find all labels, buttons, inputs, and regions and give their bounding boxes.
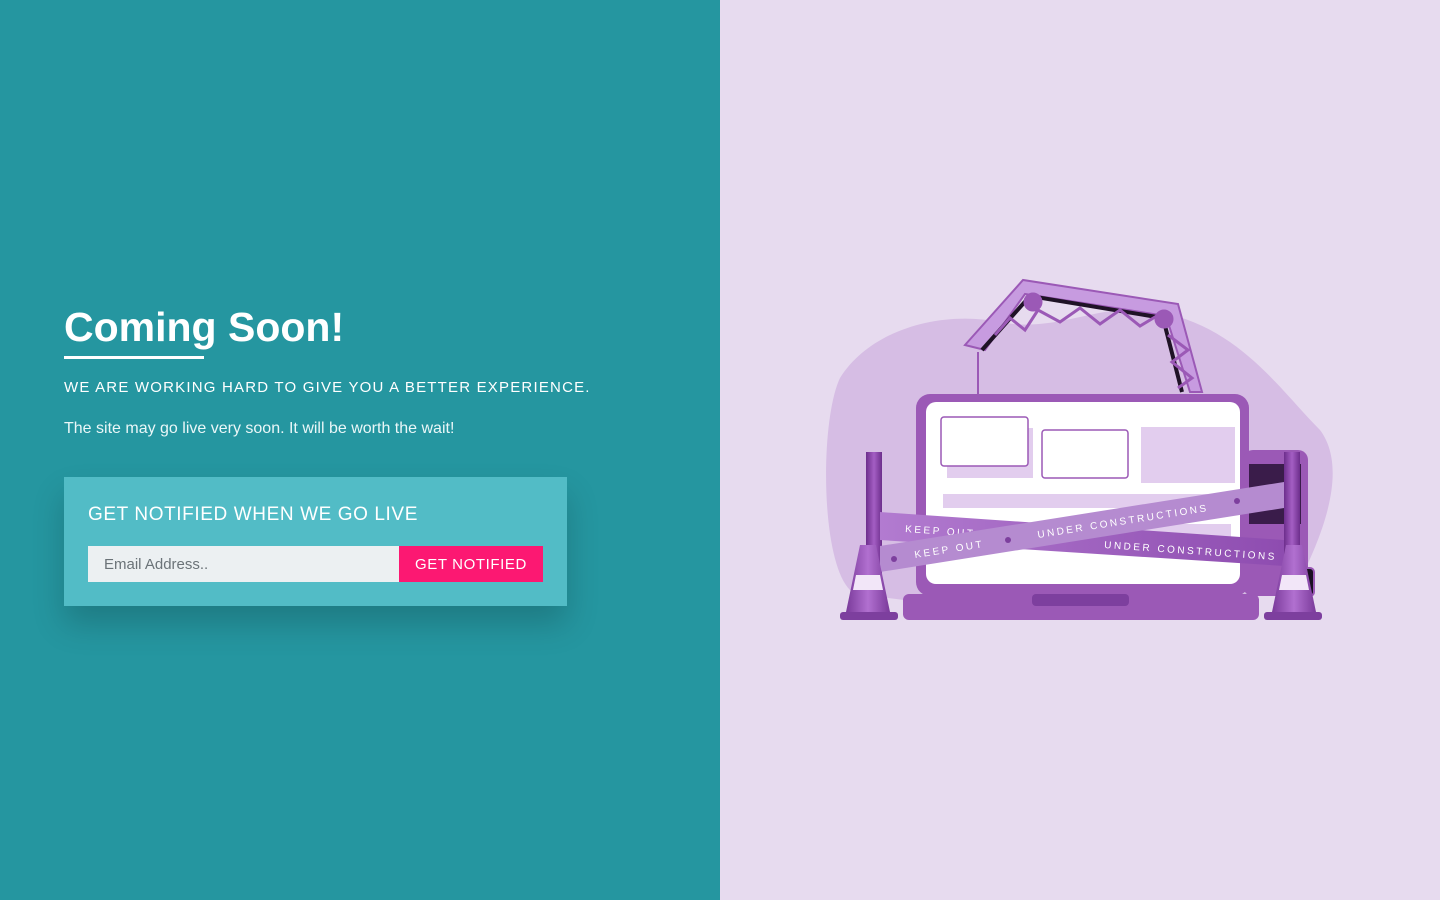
page-subtitle: WE ARE WORKING HARD TO GIVE YOU A BETTER… [64,379,591,396]
page-title: Coming Soon! [64,304,345,350]
get-notified-button[interactable]: GET NOTIFIED [399,546,543,582]
right-panel: KEEP OUT UNDER CONSTRUCTIONS KEEP OUT UN… [720,0,1440,900]
notify-card: GET NOTIFIED WHEN WE GO LIVE GET NOTIFIE… [64,477,567,606]
notify-heading: GET NOTIFIED WHEN WE GO LIVE [88,504,418,525]
email-input[interactable] [88,546,399,582]
title-underline [64,356,204,359]
under-construction-illustration: KEEP OUT UNDER CONSTRUCTIONS KEEP OUT UN… [826,278,1333,620]
left-panel: Coming Soon! WE ARE WORKING HARD TO GIVE… [0,0,720,900]
page-description: The site may go live very soon. It will … [64,420,455,437]
